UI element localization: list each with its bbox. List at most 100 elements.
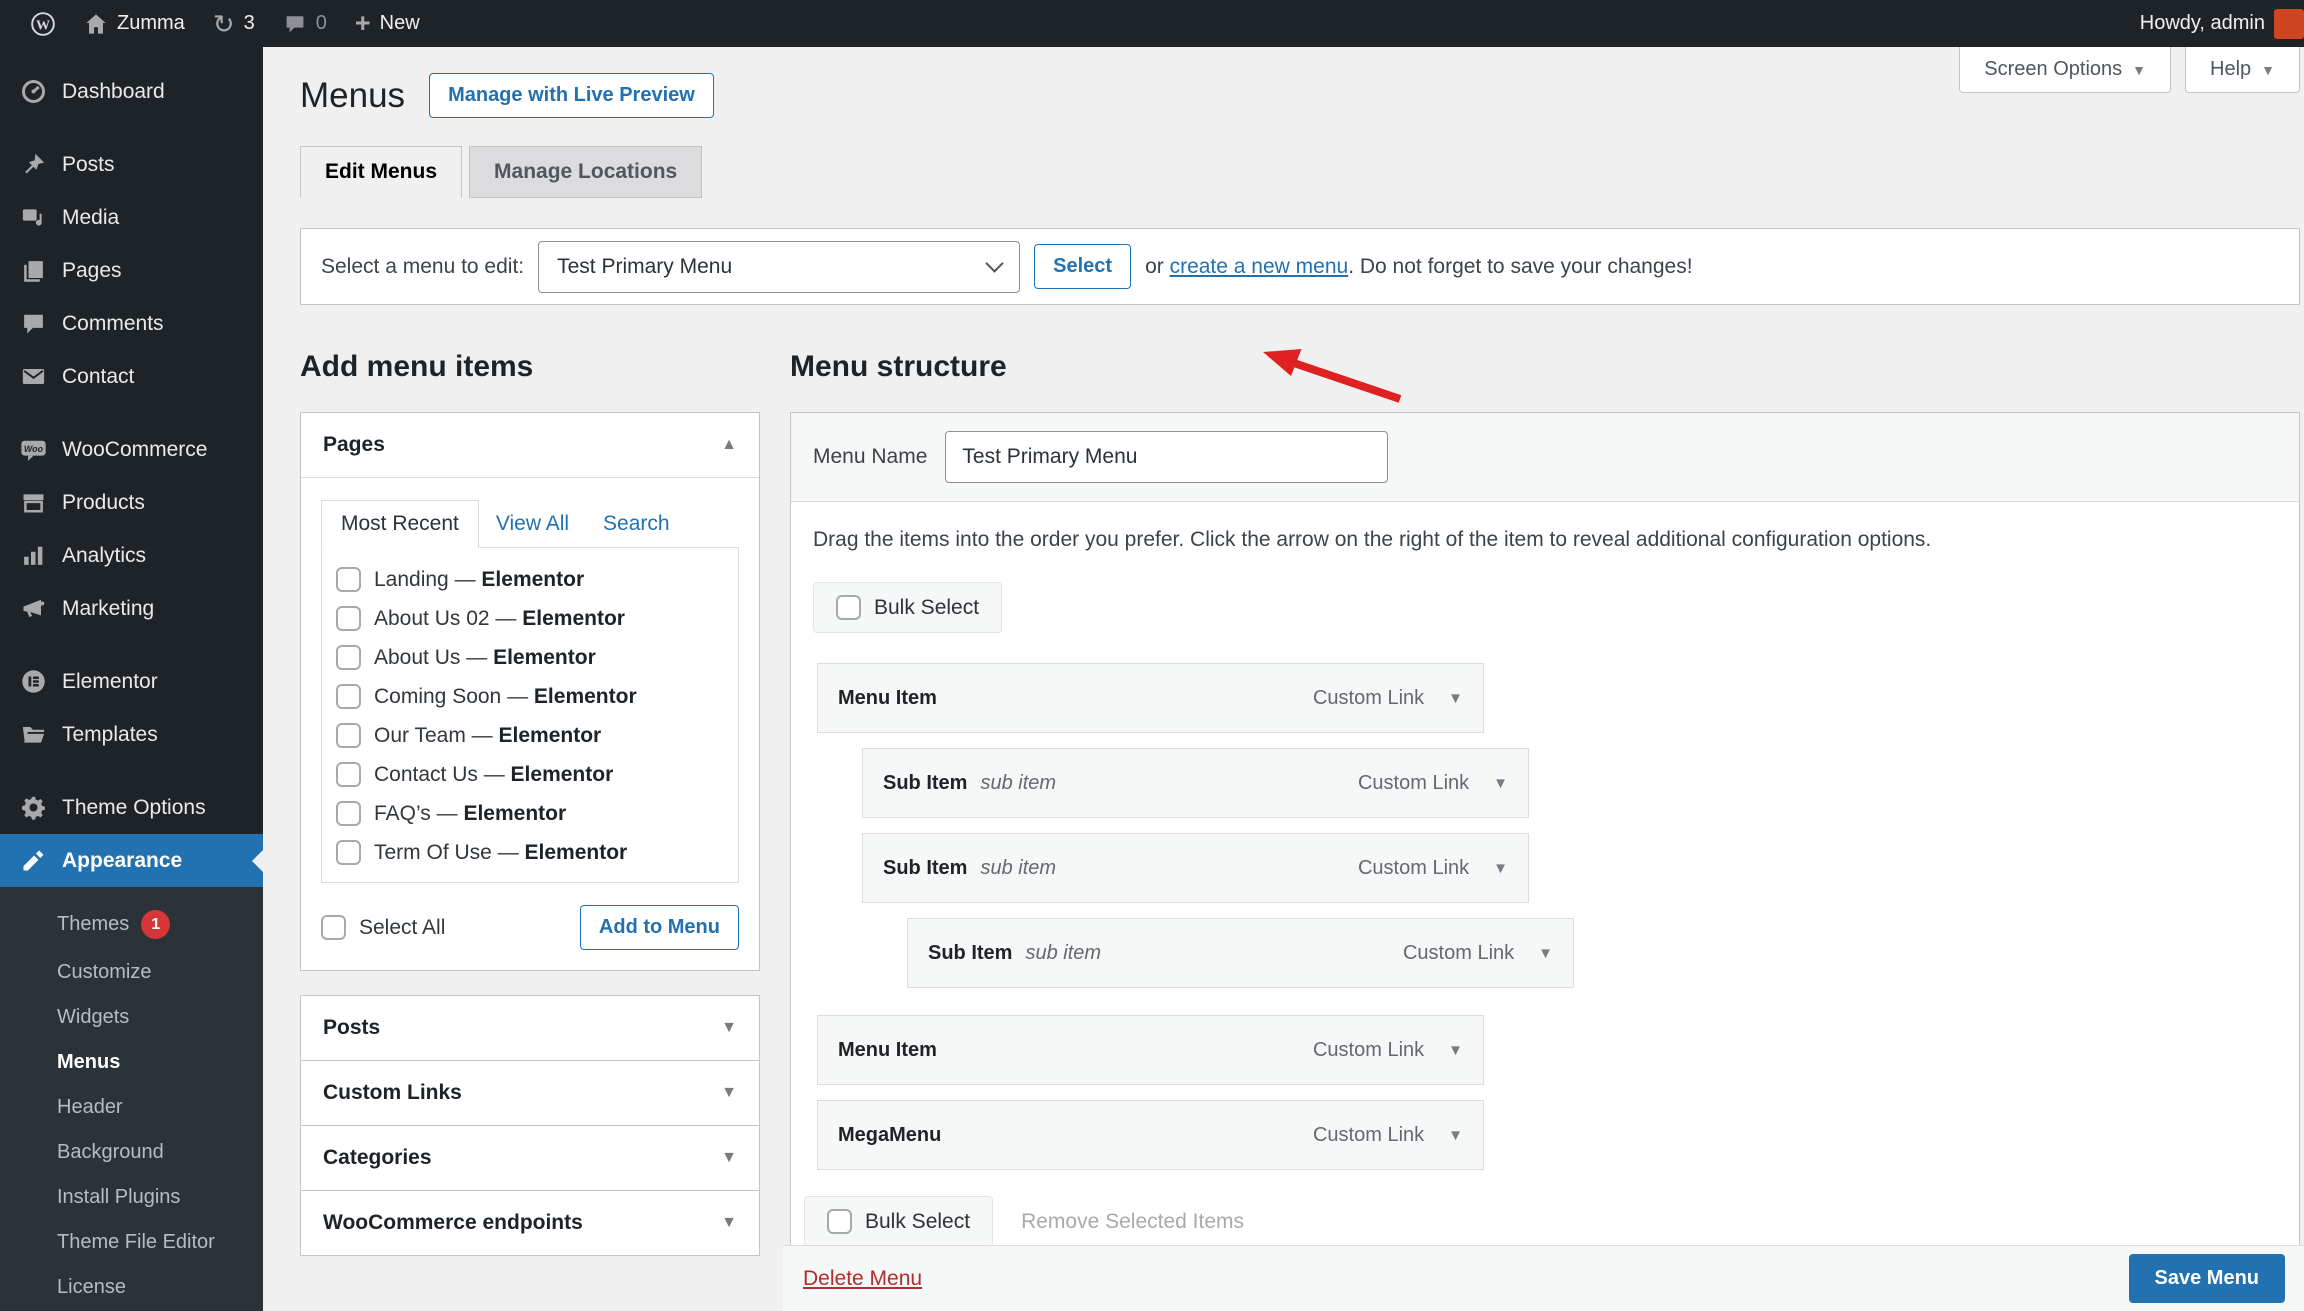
checkbox[interactable] [336, 723, 361, 748]
wordpress-logo-icon: W [31, 11, 55, 36]
save-menu-button[interactable]: Save Menu [2128, 1254, 2285, 1303]
sidebar-item-woocommerce[interactable]: Woo WooCommerce [0, 423, 263, 476]
tab-search[interactable]: Search [586, 501, 687, 547]
menu-select-dropdown[interactable]: Test Primary Menu [538, 240, 1021, 293]
menu-item-meta: Custom Link ▼ [1313, 687, 1463, 710]
submenu-item-themes[interactable]: Themes 1 [0, 899, 263, 950]
help-toggle[interactable]: Help ▼ [2185, 47, 2300, 93]
new-content-menu[interactable]: + New [341, 0, 434, 47]
menu-item-bar[interactable]: Sub Item sub item Custom Link ▼ [907, 918, 1574, 988]
submenu-item-install-plugins[interactable]: Install Plugins [0, 1175, 263, 1220]
sidebar-item-analytics[interactable]: Analytics [0, 529, 263, 582]
site-menu[interactable]: Zumma [70, 0, 199, 47]
submenu-item-license[interactable]: License [0, 1265, 263, 1310]
tab-most-recent[interactable]: Most Recent [321, 500, 479, 548]
bulk-select-control-bottom[interactable]: Bulk Select [804, 1196, 994, 1247]
sidebar-item-elementor[interactable]: Elementor [0, 655, 263, 708]
submenu-item-widgets[interactable]: Widgets [0, 995, 263, 1040]
page-suffix: Elementor [533, 684, 637, 708]
categories-panel-header[interactable]: Categories ▼ [301, 1126, 759, 1190]
menu-item-type: Custom Link [1312, 686, 1425, 709]
sidebar-item-comments[interactable]: Comments [0, 297, 263, 350]
sidebar-item-pages[interactable]: Pages [0, 244, 263, 297]
sidebar-label: Dashboard [62, 79, 165, 103]
woocommerce-endpoints-panel-header[interactable]: WooCommerce endpoints ▼ [301, 1191, 759, 1255]
item-expand-icon[interactable]: ▼ [1493, 860, 1508, 877]
bar-chart-icon [20, 542, 47, 569]
panel-title: Custom Links [323, 1081, 462, 1104]
updates-count: 3 [243, 12, 255, 34]
page-checkbox-row: About Us 02 — Elementor [336, 599, 738, 638]
checkbox[interactable] [336, 645, 361, 670]
sidebar-item-dashboard[interactable]: Dashboard [0, 65, 263, 118]
submenu-item-theme-file-editor[interactable]: Theme File Editor [0, 1220, 263, 1265]
sidebar-item-posts[interactable]: Posts [0, 138, 263, 191]
item-expand-icon[interactable]: ▼ [1493, 775, 1508, 792]
checkbox[interactable] [336, 567, 361, 592]
select-all-control[interactable]: Select All [321, 915, 445, 940]
add-to-menu-button[interactable]: Add to Menu [579, 905, 739, 950]
wordpress-logo[interactable]: W [16, 0, 70, 47]
chevron-down-icon: ▼ [721, 1149, 737, 1166]
item-expand-icon[interactable]: ▼ [1538, 945, 1553, 962]
submenu-item-background[interactable]: Background [0, 1130, 263, 1175]
select-button[interactable]: Select [1034, 244, 1132, 289]
tab-edit-menus[interactable]: Edit Menus [300, 146, 463, 198]
checkbox[interactable] [336, 684, 361, 709]
submenu-item-menus[interactable]: Menus [0, 1040, 263, 1085]
tab-view-all[interactable]: View All [479, 501, 586, 547]
bulk-select-control[interactable]: Bulk Select [813, 582, 1003, 633]
page-suffix: Elementor [498, 723, 602, 747]
custom-links-panel-header[interactable]: Custom Links ▼ [301, 1061, 759, 1125]
checkbox[interactable] [336, 840, 361, 865]
separator: — [460, 645, 494, 669]
sidebar-label: Analytics [62, 543, 147, 567]
select-all-checkbox[interactable] [321, 915, 346, 940]
delete-menu-link[interactable]: Delete Menu [803, 1267, 922, 1291]
screen-options-toggle[interactable]: Screen Options ▼ [1959, 47, 2171, 93]
bulk-select-checkbox[interactable] [836, 595, 861, 620]
sidebar-label: Media [62, 205, 120, 229]
remove-selected-items[interactable]: Remove Selected Items [1021, 1210, 1244, 1234]
menu-item-bar[interactable]: Sub Item sub item Custom Link ▼ [862, 748, 1529, 818]
comments-indicator[interactable]: 0 [269, 0, 341, 47]
updates-indicator[interactable]: ↻ 3 [199, 0, 269, 47]
posts-panel-header[interactable]: Posts ▼ [301, 996, 759, 1060]
sidebar-item-contact[interactable]: Contact [0, 350, 263, 403]
menu-name-label: Menu Name [813, 445, 928, 468]
sidebar-item-products[interactable]: Products [0, 476, 263, 529]
sidebar-label: Pages [62, 258, 122, 282]
account-menu[interactable]: Howdy, admin [2128, 0, 2304, 47]
menu-name-input[interactable] [945, 431, 1389, 483]
menu-item-bar[interactable]: MegaMenu Custom Link ▼ [817, 1100, 1484, 1170]
checkbox[interactable] [336, 606, 361, 631]
sidebar-item-appearance[interactable]: Appearance [0, 834, 263, 887]
submenu-item-header[interactable]: Header [0, 1085, 263, 1130]
menu-item-bar[interactable]: Menu Item Custom Link ▼ [817, 663, 1484, 733]
menu-item-bar[interactable]: Sub Item sub item Custom Link ▼ [862, 833, 1529, 903]
checkbox[interactable] [336, 762, 361, 787]
sidebar-item-templates[interactable]: Templates [0, 708, 263, 761]
create-new-menu-link[interactable]: create a new menu [1170, 255, 1349, 278]
tab-manage-locations[interactable]: Manage Locations [469, 146, 703, 198]
separator: — [477, 762, 511, 786]
sidebar-label: WooCommerce [62, 437, 208, 461]
page-checkbox-row: Coming Soon — Elementor [336, 677, 738, 716]
admin-bar: W Zumma ↻ 3 0 + New Howdy, admin [0, 0, 2304, 47]
item-expand-icon[interactable]: ▼ [1448, 690, 1463, 707]
menu-structure-panel: Menu Name Drag the items into the order … [790, 412, 2300, 1311]
pages-panel-header[interactable]: Pages ▲ [301, 413, 759, 478]
menu-item-label: Sub Item [883, 856, 968, 879]
sidebar-item-media[interactable]: Media [0, 191, 263, 244]
sidebar-item-theme-options[interactable]: Theme Options [0, 781, 263, 834]
submenu-item-customize[interactable]: Customize [0, 950, 263, 995]
menu-item-bar[interactable]: Menu Item Custom Link ▼ [817, 1015, 1484, 1085]
sidebar-item-marketing[interactable]: Marketing [0, 582, 263, 635]
live-preview-button[interactable]: Manage with Live Preview [429, 73, 714, 118]
checkbox[interactable] [336, 801, 361, 826]
menu-item-type: Custom Link [1312, 1038, 1425, 1061]
bulk-select-checkbox[interactable] [827, 1209, 852, 1234]
item-expand-icon[interactable]: ▼ [1448, 1127, 1463, 1144]
menu-select-bar: Select a menu to edit: Test Primary Menu… [300, 228, 2300, 305]
item-expand-icon[interactable]: ▼ [1448, 1042, 1463, 1059]
